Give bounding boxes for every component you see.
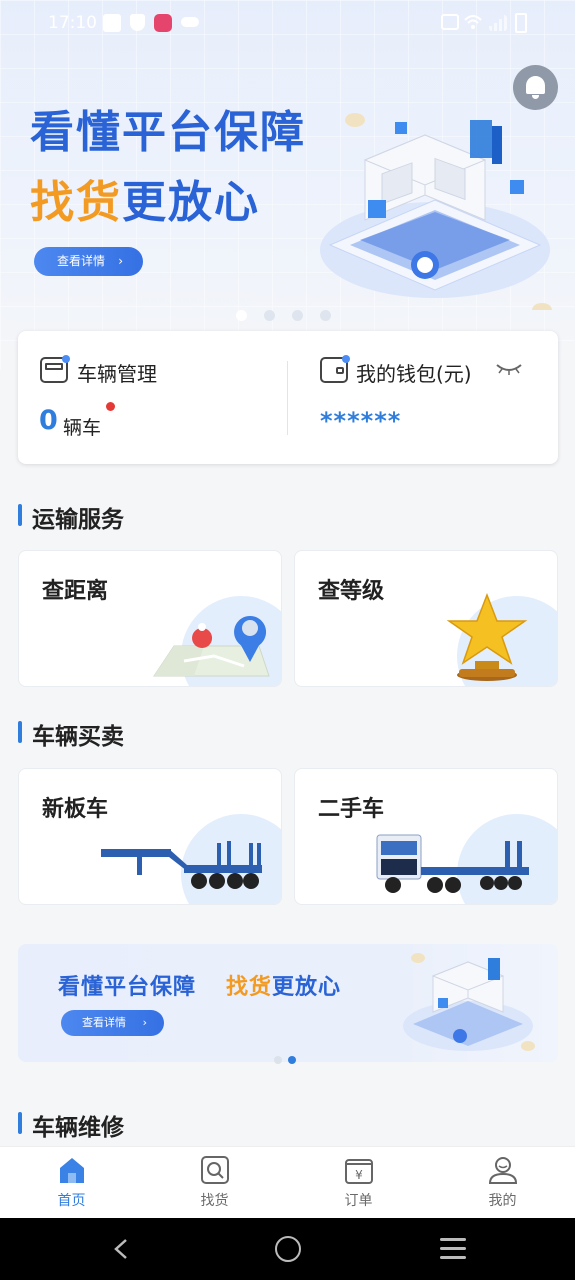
promo-text-main: 看懂平台保障 xyxy=(58,975,197,1000)
home-icon xyxy=(60,1158,84,1183)
promo-page-dot[interactable] xyxy=(288,1056,296,1064)
tab-orders[interactable]: ¥ 订单 xyxy=(287,1147,430,1219)
status-bar: 17:10 xyxy=(0,0,575,48)
new-trailer-tile[interactable]: 新板车 xyxy=(18,768,282,905)
section-title-transport: 运输服务 xyxy=(18,500,124,534)
bottom-tab-bar: 首页 找货 ¥ 订单 我的 xyxy=(0,1146,575,1218)
new-trailer-label: 新板车 xyxy=(42,797,109,822)
hero-page-dot[interactable] xyxy=(236,310,247,321)
section-title-vehicle-trade: 车辆买卖 xyxy=(18,717,124,751)
vibrate-icon xyxy=(441,14,459,30)
status-time: 17:10 xyxy=(48,13,97,33)
wallet-panel[interactable]: 我的钱包(元) ****** xyxy=(288,331,558,464)
hero-details-label: 查看详情 xyxy=(57,254,106,268)
promo-highlight: 找货 xyxy=(226,975,273,1000)
vehicle-management-panel[interactable]: 车辆管理 0 辆车 xyxy=(18,331,287,464)
vehicle-count-unit: 辆车 xyxy=(63,417,102,439)
app-icon xyxy=(154,14,172,32)
mail-icon xyxy=(103,14,121,32)
map-pin-icon xyxy=(153,616,270,677)
platform-illustration xyxy=(320,113,552,310)
star-trophy-icon xyxy=(446,593,528,681)
svg-text:¥: ¥ xyxy=(355,1168,363,1182)
menu-icon[interactable] xyxy=(440,1238,466,1260)
tab-mine-label: 我的 xyxy=(488,1193,517,1209)
vehicle-management-label: 车辆管理 xyxy=(77,362,157,386)
cloud-icon xyxy=(181,17,199,27)
bus-icon xyxy=(40,355,70,383)
battery-icon xyxy=(515,13,527,33)
section-title-repair: 车辆维修 xyxy=(18,1108,124,1142)
signal-icon xyxy=(489,15,507,31)
promo-banner[interactable]: 看懂平台保障 找货更放心 查看详情 › xyxy=(18,944,558,1062)
truck-image xyxy=(376,834,529,893)
hero-title-line2: 找货更放心 xyxy=(30,166,260,230)
chevron-right-icon: › xyxy=(142,1016,147,1029)
bell-clapper xyxy=(532,95,539,99)
wallet-icon xyxy=(320,355,350,383)
tab-find-goods[interactable]: 找货 xyxy=(143,1147,286,1219)
vehicle-count: 0 xyxy=(39,405,58,436)
profile-icon xyxy=(488,1157,518,1184)
order-icon: ¥ xyxy=(345,1159,373,1184)
back-icon[interactable] xyxy=(112,1238,132,1260)
hero-title-highlight: 找货 xyxy=(30,177,122,228)
promo-details-label: 查看详情 xyxy=(82,1016,126,1029)
hero-page-dot[interactable] xyxy=(264,310,275,321)
promo-text-secondary: 找货更放心 xyxy=(226,969,341,1001)
shield-icon xyxy=(130,14,145,31)
distance-lookup-label: 查距离 xyxy=(42,579,109,604)
grade-lookup-tile[interactable]: 查等级 xyxy=(294,550,558,687)
search-icon xyxy=(201,1156,229,1184)
promo-page-dot[interactable] xyxy=(274,1056,282,1064)
notification-button[interactable] xyxy=(513,65,558,110)
hero-title-rest: 更放心 xyxy=(122,177,260,228)
hero-title-line1: 看懂平台保障 xyxy=(30,107,306,158)
red-dot-badge xyxy=(106,402,115,411)
promo-details-button[interactable]: 查看详情 › xyxy=(61,1010,164,1036)
summary-card: 车辆管理 0 辆车 我的钱包(元) ****** xyxy=(18,331,558,464)
tab-find-goods-label: 找货 xyxy=(200,1193,229,1209)
trailer-image xyxy=(101,841,262,889)
tab-home-label: 首页 xyxy=(57,1193,86,1209)
used-truck-label: 二手车 xyxy=(318,797,385,822)
eye-closed-icon[interactable] xyxy=(496,363,522,375)
hero-page-dot[interactable] xyxy=(320,310,331,321)
grade-lookup-label: 查等级 xyxy=(318,579,385,604)
promo-illustration xyxy=(403,953,535,1051)
tab-mine[interactable]: 我的 xyxy=(431,1147,574,1219)
tab-home[interactable]: 首页 xyxy=(0,1147,143,1219)
tab-orders-label: 订单 xyxy=(344,1193,373,1209)
bell-icon xyxy=(526,76,545,94)
system-navigation-bar xyxy=(0,1218,575,1280)
used-truck-tile[interactable]: 二手车 xyxy=(294,768,558,905)
promo-rest: 更放心 xyxy=(272,975,342,1000)
wifi-icon xyxy=(464,15,482,29)
hero-page-dot[interactable] xyxy=(292,310,303,321)
distance-lookup-tile[interactable]: 查距离 xyxy=(18,550,282,687)
hero-banner[interactable]: 看懂平台保障 找货更放心 查看详情 › xyxy=(0,0,575,370)
home-button-icon[interactable] xyxy=(275,1236,301,1262)
chevron-right-icon: › xyxy=(118,254,123,268)
wallet-balance: ****** xyxy=(320,407,402,435)
hero-details-button[interactable]: 查看详情 › xyxy=(34,247,143,276)
wallet-label: 我的钱包(元) xyxy=(356,362,472,386)
